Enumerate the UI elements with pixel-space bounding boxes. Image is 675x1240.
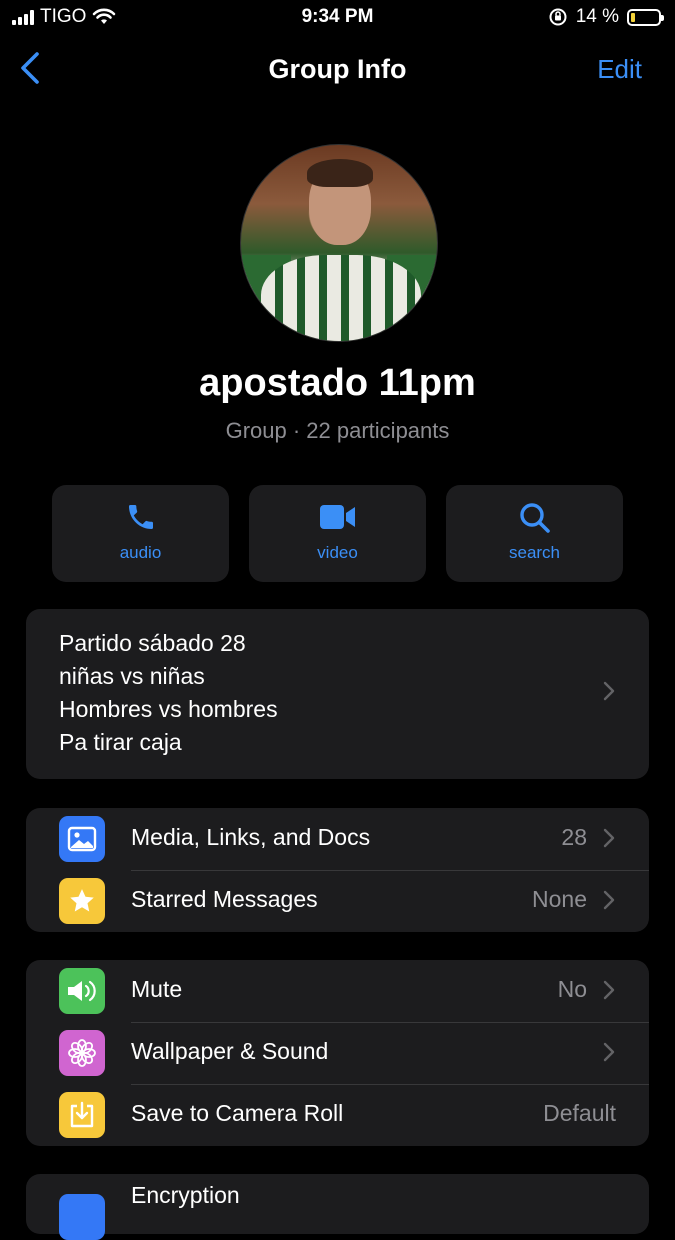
- action-buttons: audio video search: [52, 485, 623, 582]
- battery-percent: 14 %: [575, 6, 619, 27]
- download-icon: [59, 1092, 105, 1138]
- chevron-right-icon: [603, 890, 615, 910]
- encryption-label: Encryption: [131, 1182, 240, 1208]
- description-line: Hombres vs hombres: [59, 696, 278, 722]
- status-right: 14 %: [548, 6, 664, 28]
- lock-icon: [59, 1194, 105, 1240]
- navigation-bar: Group Info Edit: [0, 44, 675, 94]
- star-icon: [59, 878, 105, 924]
- group-description[interactable]: Partido sábado 28 niñas vs niñas Hombres…: [26, 609, 649, 779]
- search-label: search: [508, 543, 561, 562]
- battery-fill: [631, 12, 635, 22]
- description-line: Pa tirar caja: [59, 729, 182, 755]
- speaker-icon: [59, 968, 105, 1014]
- save-camera-roll-value: Default: [543, 1100, 616, 1126]
- starred-value: None: [532, 886, 587, 912]
- media-count: 28: [561, 824, 587, 850]
- chevron-right-icon: [603, 828, 615, 848]
- photo-icon: [59, 816, 105, 862]
- encryption-section: Encryption: [26, 1174, 649, 1240]
- encryption-row[interactable]: Encryption: [26, 1174, 649, 1240]
- group-subtitle: Group · 22 participants: [225, 418, 450, 443]
- chevron-right-icon: [603, 980, 615, 1000]
- description-line: Partido sábado 28: [59, 630, 246, 656]
- save-camera-roll-row[interactable]: Save to Camera Roll Default: [26, 1084, 649, 1146]
- wallpaper-sound-row[interactable]: Wallpaper & Sound: [26, 1022, 649, 1084]
- mute-label: Mute: [131, 976, 183, 1002]
- chevron-right-icon: [603, 1042, 615, 1062]
- media-section: Media, Links, and Docs 28 Starred Messag…: [26, 808, 649, 932]
- settings-section: Mute No Wallpaper & Sound Save to Camera…: [26, 960, 649, 1146]
- chevron-right-icon: [603, 681, 615, 701]
- page-title: Group Info: [268, 54, 407, 84]
- description-text: Partido sábado 28 niñas vs niñas Hombres…: [59, 627, 278, 759]
- mute-row[interactable]: Mute No: [26, 960, 649, 1022]
- media-links-docs-label: Media, Links, and Docs: [131, 824, 371, 850]
- video-camera-icon: [319, 505, 355, 529]
- group-avatar[interactable]: [240, 144, 438, 342]
- audio-label: audio: [119, 543, 162, 562]
- phone-icon: [128, 505, 153, 529]
- orientation-lock-icon: [549, 8, 567, 26]
- video-label: video: [317, 543, 358, 562]
- search-icon: [519, 503, 550, 533]
- search-button[interactable]: search: [446, 485, 623, 582]
- group-name: apostado 11pm: [199, 362, 476, 404]
- description-line: niñas vs niñas: [59, 663, 205, 689]
- starred-messages-row[interactable]: Starred Messages None: [26, 870, 649, 932]
- audio-call-button[interactable]: audio: [52, 485, 229, 582]
- starred-messages-label: Starred Messages: [131, 886, 318, 912]
- battery-icon: [627, 8, 664, 26]
- mute-value: No: [557, 976, 587, 1002]
- save-camera-roll-label: Save to Camera Roll: [131, 1100, 344, 1126]
- flower-icon: [59, 1030, 105, 1076]
- status-bar: TIGO 9:34 PM 14 %: [0, 0, 675, 36]
- media-links-docs-row[interactable]: Media, Links, and Docs 28: [26, 808, 649, 870]
- video-call-button[interactable]: video: [249, 485, 426, 582]
- wallpaper-sound-label: Wallpaper & Sound: [131, 1038, 329, 1064]
- edit-button[interactable]: Edit: [597, 54, 642, 85]
